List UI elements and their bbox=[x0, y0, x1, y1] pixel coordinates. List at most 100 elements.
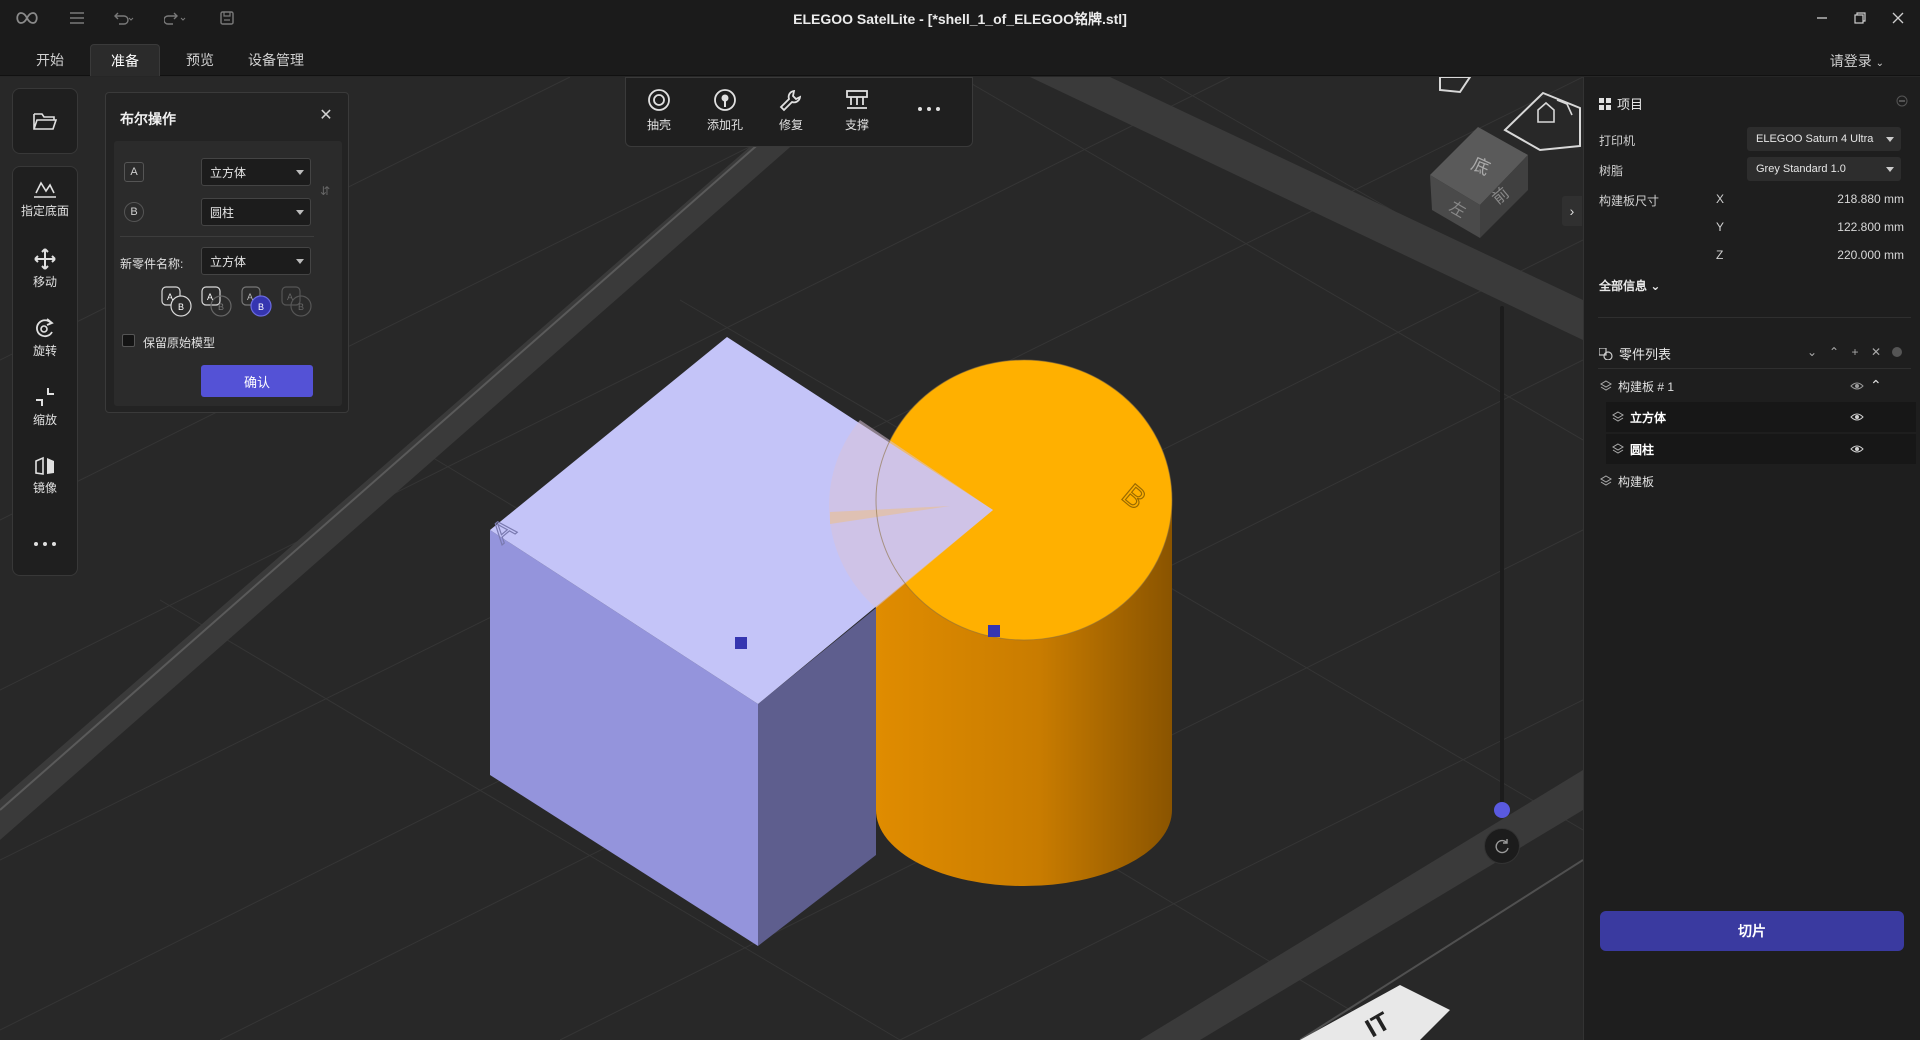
restore-icon[interactable] bbox=[1842, 4, 1878, 32]
svg-text:A: A bbox=[247, 292, 253, 302]
scale-button[interactable]: 缩放 bbox=[13, 377, 77, 437]
left-toolbar: 指定底面 移动 旋转 缩放 镜像 bbox=[12, 166, 78, 576]
move-down-icon[interactable]: ⌄ bbox=[1805, 345, 1819, 359]
keep-original-checkbox[interactable] bbox=[122, 334, 135, 347]
tab-prepare[interactable]: 准备 bbox=[90, 44, 160, 76]
window-title: ELEGOO SatelLite - [*shell_1_of_ELEGOO铭牌… bbox=[793, 11, 1127, 27]
svg-text:B: B bbox=[218, 302, 224, 312]
cylinder-b[interactable] bbox=[876, 360, 1172, 887]
scale-icon bbox=[36, 388, 54, 406]
cylinder-handle[interactable] bbox=[988, 625, 1000, 637]
collapse-dot-icon[interactable] bbox=[1895, 94, 1909, 108]
more-tools-button[interactable] bbox=[13, 515, 77, 575]
add-part-icon[interactable]: + bbox=[1848, 345, 1862, 359]
operand-b-badge: B bbox=[124, 202, 144, 222]
more-icon bbox=[34, 541, 56, 546]
open-file-button[interactable] bbox=[12, 88, 78, 154]
layer-slider-track[interactable] bbox=[1500, 306, 1504, 806]
move-button[interactable]: 移动 bbox=[13, 239, 77, 299]
more-icon bbox=[918, 107, 940, 111]
save-icon[interactable] bbox=[214, 6, 240, 30]
chevron-down-icon: ⌄ bbox=[1875, 58, 1884, 69]
tab-start[interactable]: 开始 bbox=[16, 44, 84, 76]
more-top-tools-button[interactable] bbox=[902, 106, 956, 158]
login-label: 请登录 bbox=[1829, 53, 1872, 69]
dropdown-arrow-icon bbox=[1886, 167, 1894, 172]
eye-icon[interactable] bbox=[1850, 412, 1864, 422]
dropdown-arrow-icon bbox=[296, 170, 304, 175]
chevron-up-icon[interactable]: ⌃ bbox=[1870, 377, 1882, 394]
part-row-build-plate[interactable]: 构建板 bbox=[1598, 466, 1916, 496]
subtract-b-op-icon[interactable]: AB bbox=[200, 285, 232, 319]
rotate-button[interactable]: 旋转 bbox=[13, 308, 77, 368]
new-name-label: 新零件名称: bbox=[120, 257, 184, 271]
layers-icon bbox=[1600, 380, 1612, 391]
tab-preview[interactable]: 预览 bbox=[166, 44, 234, 76]
parts-options-icon[interactable] bbox=[1890, 345, 1904, 359]
move-icon bbox=[34, 248, 56, 270]
select-value: 立方体 bbox=[210, 165, 247, 180]
part-row-build-plate-1[interactable]: 构建板 # 1 ⌃ bbox=[1598, 371, 1916, 401]
all-info-toggle[interactable]: 全部信息 ⌄ bbox=[1599, 277, 1660, 294]
home-view-icon[interactable] bbox=[1537, 99, 1573, 123]
build-size-label: 构建板尺寸 bbox=[1599, 194, 1660, 208]
support-button[interactable]: 支撑 bbox=[830, 88, 884, 140]
svg-text:B: B bbox=[178, 302, 184, 312]
minimize-icon[interactable] bbox=[1804, 4, 1840, 32]
hollow-icon bbox=[648, 89, 670, 111]
slice-button[interactable]: 切片 bbox=[1600, 911, 1904, 951]
divider bbox=[120, 236, 314, 237]
eye-icon[interactable] bbox=[1850, 444, 1864, 454]
undo-icon[interactable] bbox=[110, 6, 136, 30]
login-button[interactable]: 请登录 ⌄ bbox=[1830, 51, 1884, 71]
main-tabs: 开始 准备 预览 设备管理 bbox=[0, 36, 1920, 76]
new-part-name-select[interactable]: 立方体 bbox=[201, 247, 311, 275]
close-panel-icon[interactable]: ✕ bbox=[316, 105, 336, 125]
layers-icon bbox=[1600, 475, 1612, 486]
add-hole-button[interactable]: 添加孔 bbox=[698, 88, 752, 140]
resin-label: 树脂 bbox=[1599, 164, 1624, 178]
swap-operands-icon[interactable]: ⇵ bbox=[320, 184, 330, 198]
delete-part-icon[interactable]: ✕ bbox=[1869, 345, 1883, 359]
navigation-cube[interactable]: 底 左 前 bbox=[1430, 77, 1581, 238]
part-row-cube[interactable]: 立方体 bbox=[1606, 402, 1916, 432]
mirror-icon bbox=[35, 456, 54, 475]
tab-label: 设备管理 bbox=[248, 52, 304, 68]
tool-label: 修复 bbox=[778, 118, 803, 132]
resin-select[interactable]: Grey Standard 1.0 bbox=[1747, 157, 1901, 181]
close-icon[interactable] bbox=[1880, 4, 1916, 32]
folder-open-icon bbox=[33, 113, 58, 130]
layer-slider-knob[interactable] bbox=[1494, 802, 1510, 818]
lay-flat-button[interactable]: 指定底面 bbox=[13, 169, 77, 229]
mirror-button[interactable]: 镜像 bbox=[13, 446, 77, 506]
intersect-op-icon[interactable]: AB bbox=[240, 285, 272, 319]
tool-label: 抽壳 bbox=[646, 118, 671, 132]
reset-view-button[interactable] bbox=[1484, 828, 1520, 864]
part-row-cylinder[interactable]: 圆柱 bbox=[1606, 434, 1916, 464]
rotate-icon bbox=[36, 318, 54, 338]
move-up-icon[interactable]: ⌃ bbox=[1827, 345, 1841, 359]
confirm-button[interactable]: 确认 bbox=[201, 365, 313, 397]
eye-icon[interactable] bbox=[1850, 381, 1864, 391]
operand-a-select[interactable]: 立方体 bbox=[201, 158, 311, 186]
operand-b-select[interactable]: 圆柱 bbox=[201, 198, 311, 226]
dropdown-arrow-icon bbox=[296, 259, 304, 264]
union-op-icon[interactable]: AB bbox=[160, 285, 192, 319]
repair-button[interactable]: 修复 bbox=[764, 88, 818, 140]
right-panel: 项目 打印机 ELEGOO Saturn 4 Ultra 树脂 Grey Sta… bbox=[1583, 77, 1920, 1040]
menu-icon[interactable] bbox=[64, 6, 90, 30]
printer-select[interactable]: ELEGOO Saturn 4 Ultra bbox=[1747, 127, 1901, 151]
cube-handle[interactable] bbox=[735, 637, 747, 649]
tab-device-management[interactable]: 设备管理 bbox=[228, 44, 324, 76]
panel-title: 布尔操作 bbox=[120, 111, 176, 127]
redo-icon[interactable] bbox=[162, 6, 188, 30]
svg-text:B: B bbox=[298, 302, 304, 312]
repair-icon bbox=[779, 89, 802, 112]
subtract-a-op-icon[interactable]: AB bbox=[280, 285, 312, 319]
keep-original-label: 保留原始模型 bbox=[143, 336, 216, 350]
tab-label: 准备 bbox=[111, 52, 139, 69]
y-axis-label: Y bbox=[1716, 220, 1725, 234]
tool-label: 支撑 bbox=[844, 118, 869, 132]
expand-panel-button[interactable]: › bbox=[1562, 196, 1582, 226]
hollow-button[interactable]: 抽壳 bbox=[632, 88, 686, 140]
